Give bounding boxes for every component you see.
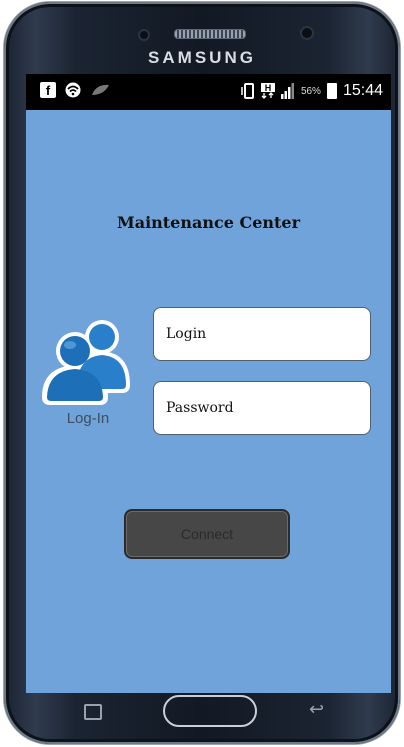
login-input[interactable] [153, 307, 371, 361]
login-icon-caption: Log-In [66, 410, 110, 427]
connect-button[interactable]: Connect [124, 509, 290, 559]
speaker-grille [174, 29, 246, 39]
vibrate-icon [241, 83, 254, 99]
facebook-icon: f [40, 82, 56, 98]
users-icon [42, 320, 130, 405]
battery-percent: 56% [300, 85, 321, 97]
data-h-icon: H [260, 83, 275, 99]
password-input[interactable] [153, 381, 371, 435]
sensor-dot [138, 29, 150, 41]
status-bar: f H 56% 15:44 [26, 74, 391, 110]
battery-icon [326, 83, 337, 99]
back-icon[interactable]: ↩ [309, 699, 324, 720]
svg-text:H: H [265, 83, 272, 93]
navigation-bar: ↩ [26, 693, 391, 735]
app-screen: Maintenance Center Log-In Connect [26, 110, 391, 693]
signal-icon [280, 83, 294, 99]
page-title: Maintenance Center [116, 213, 301, 232]
leaf-icon [92, 84, 109, 95]
wifi-icon [65, 82, 81, 98]
front-camera [300, 26, 314, 40]
brand-logo: SAMSUNG [148, 48, 256, 67]
recent-apps-icon[interactable] [84, 704, 102, 720]
home-button[interactable] [163, 695, 257, 727]
clock: 15:44 [342, 82, 383, 99]
